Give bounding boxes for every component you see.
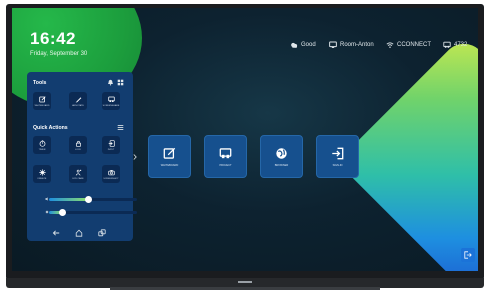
cast-icon (443, 41, 451, 48)
logout-icon (464, 251, 472, 259)
app-browser-tile[interactable]: BROWSER (260, 135, 303, 178)
clock-time: 16:42 (30, 29, 76, 48)
app-project-tile[interactable]: PROJECT (204, 135, 247, 178)
status-room-label: Room-Anton (340, 42, 374, 48)
cloud-sun-icon (291, 42, 298, 48)
quick-lock-label: LOCK (75, 148, 81, 151)
exit-button[interactable] (461, 248, 475, 262)
home-icon[interactable] (75, 229, 83, 237)
tool-annotate-label: ANNOTATE (72, 104, 84, 107)
tools-title: Tools (33, 80, 47, 86)
quick-lock-button[interactable]: LOCK (69, 136, 87, 154)
status-weather: Good (290, 40, 316, 50)
home-screen: 16:42 Friday, September 30 Good Room-Ant… (12, 8, 478, 271)
sidebar-collapse-handle[interactable] (133, 154, 137, 160)
pen-icon (75, 96, 81, 103)
quick-freeze-label: FREEZE (37, 177, 47, 180)
globe-icon (276, 147, 287, 159)
clock-date: Friday, September 30 (30, 51, 88, 57)
brand-logo (238, 281, 252, 283)
quick-input-button[interactable]: INPUT (102, 136, 120, 154)
quick-freeze-button[interactable]: FREEZE (33, 165, 51, 183)
camera-icon (107, 169, 115, 175)
status-connect: CCONNECT (386, 40, 431, 50)
screenshare-icon (107, 96, 115, 102)
lock-icon (75, 140, 81, 147)
whiteboard-icon (38, 95, 46, 102)
grid-icon[interactable] (117, 79, 124, 86)
app-sign-in-tile[interactable]: SIGN-IN (316, 135, 359, 178)
status-room: Room-Anton (329, 40, 374, 50)
timer-icon (39, 139, 45, 147)
project-icon (219, 147, 232, 158)
eye-care-icon (75, 169, 81, 175)
quick-timer-button[interactable]: TIMER (33, 136, 51, 154)
quick-eye-care-label: EYE CARE (72, 177, 84, 180)
tool-annotate-button[interactable]: ANNOTATE (69, 92, 87, 110)
tool-screenshare-label: SCREENSHARE (102, 104, 120, 107)
app-project-label: PROJECT (219, 163, 232, 167)
status-weather-label: Good (301, 42, 316, 48)
tool-screenshare-button[interactable]: SCREENSHARE (102, 92, 120, 110)
sign-in-icon (332, 147, 344, 159)
whiteboard-icon (163, 147, 176, 159)
quick-eye-care-button[interactable]: EYE CARE (69, 165, 87, 183)
brightness-slider[interactable] (49, 209, 137, 216)
app-browser-label: BROWSER (274, 163, 289, 167)
app-sign-in-label: SIGN-IN (332, 163, 343, 167)
volume-slider-fill (49, 198, 89, 201)
status-connect-label: CCONNECT (397, 42, 431, 48)
volume-slider-knob[interactable] (85, 196, 93, 203)
tool-whiteboard-label: WHITEBOARD (34, 104, 50, 107)
quick-input-label: INPUT (107, 148, 115, 151)
brightness-slider-knob[interactable] (58, 209, 66, 216)
wifi-icon (386, 42, 394, 48)
quick-screenshot-button[interactable]: SCREENSHOT (102, 165, 120, 183)
status-code-label: 4732 (454, 42, 468, 48)
volume-slider[interactable] (49, 196, 137, 203)
quick-actions-title: Quick Actions (33, 125, 68, 131)
quick-screenshot-label: SCREENSHOT (103, 177, 119, 180)
quick-timer-label: TIMER (38, 148, 46, 151)
app-whiteboard-tile[interactable]: WHITEBOARD (148, 135, 191, 178)
sidebar-panel: Tools WHITEBOARD ANNOTATE SCREENSHARE Qu… (27, 72, 137, 241)
status-code: 4732 (443, 40, 467, 50)
app-whiteboard-label: WHITEBOARD (160, 163, 179, 167)
tool-whiteboard-button[interactable]: WHITEBOARD (33, 92, 51, 110)
freeze-icon (38, 168, 46, 176)
input-icon (108, 139, 115, 147)
multitask-icon[interactable] (98, 229, 106, 237)
settings-list-icon[interactable] (117, 124, 124, 131)
bell-icon[interactable] (107, 79, 114, 86)
monitor-icon (329, 41, 337, 48)
back-arrow-icon[interactable] (52, 229, 60, 237)
display-stand (110, 287, 380, 290)
